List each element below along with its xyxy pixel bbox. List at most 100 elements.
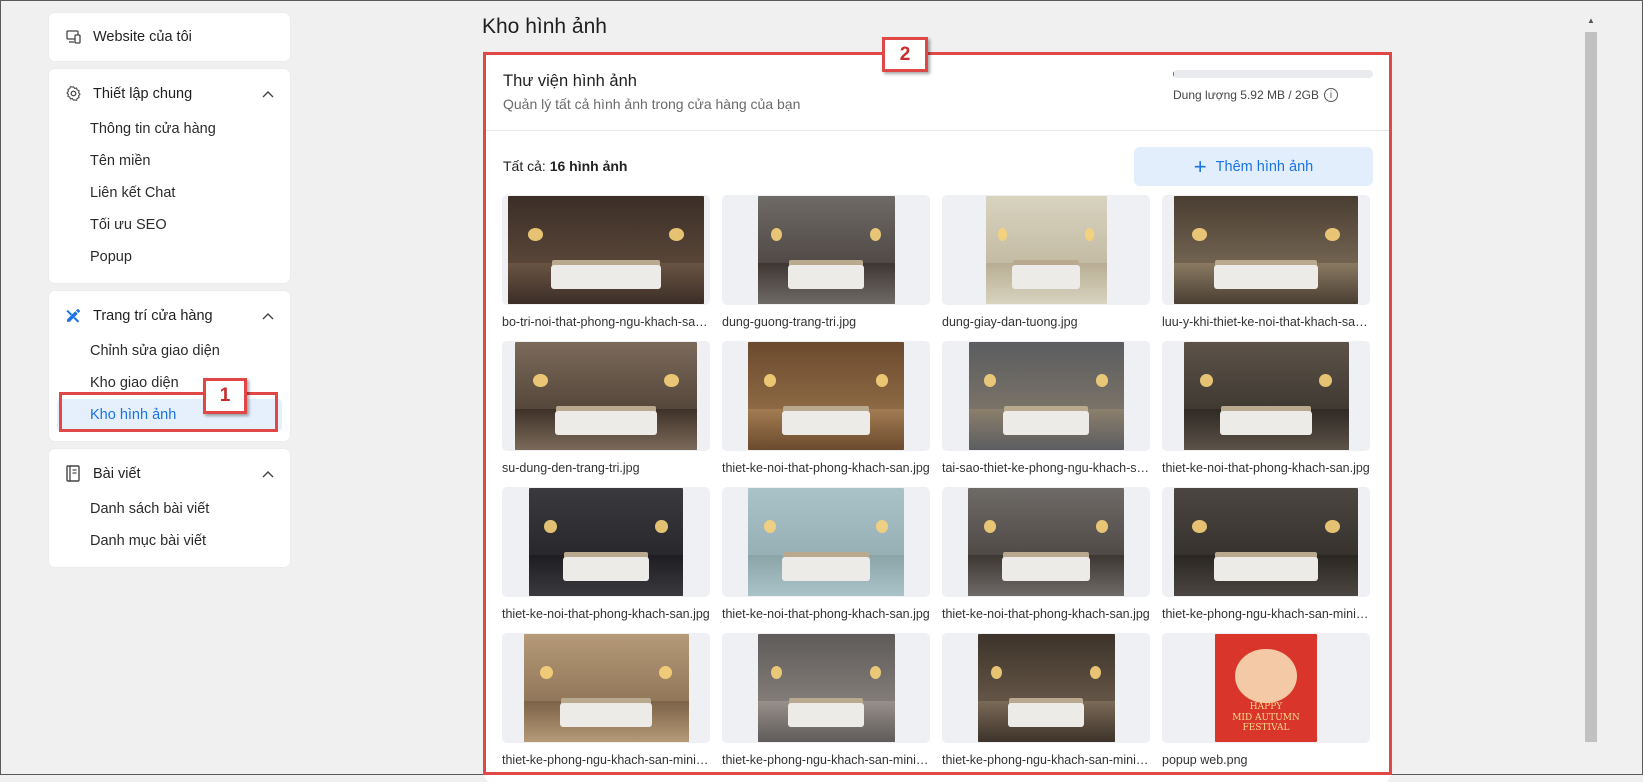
image-thumbnail[interactable] [502,341,710,451]
general-settings-group: Thiết lập chung Thông tin cửa hàng Tên m… [49,69,290,283]
image-tile[interactable]: HAPPY MID AUTUMN FESTIVAL popup web.png [1162,633,1370,779]
bedroom-photo [1174,196,1358,304]
sidebar-item-post-categories[interactable]: Danh mục bài viết [49,525,290,557]
image-thumbnail[interactable] [942,487,1150,597]
photo-lamp [771,666,783,680]
image-tile[interactable]: dung-giay-dan-tuong.jpg [942,195,1150,341]
image-grid: bo-tri-noi-that-phong-ngu-khach-san.jpg d… [502,195,1370,779]
devices-icon [65,28,83,46]
photo-lamp [1324,520,1340,534]
image-tile[interactable]: tai-sao-thiet-ke-phong-ngu-khach-san.jpg [942,341,1150,487]
image-thumbnail[interactable] [942,633,1150,743]
image-thumbnail[interactable] [502,487,710,597]
festival-text-line: HAPPY [1249,702,1283,713]
posts-title: Bài viết [93,466,141,482]
image-filename: dung-giay-dan-tuong.jpg [942,315,1078,329]
bedroom-photo [968,342,1124,450]
plus-icon: + [1193,153,1207,179]
bedroom-photo [748,488,904,596]
image-tile[interactable]: thiet-ke-phong-ngu-khach-san-mini.jpg [942,633,1150,779]
library-toolbar: Tất cả: 16 hình ảnh + Thêm hình ảnh [485,131,1390,197]
bedroom-photo [757,196,895,304]
image-thumbnail[interactable] [942,341,1150,451]
photo-lamp [1200,374,1214,388]
image-thumbnail[interactable] [942,195,1150,305]
storage-bar-fill [1173,70,1174,78]
image-tile[interactable]: thiet-ke-noi-that-phong-khach-san.jpg [502,487,710,633]
info-icon[interactable]: i [1323,88,1338,102]
sidebar-item-popup[interactable]: Popup [49,241,290,273]
image-thumbnail[interactable] [722,487,930,597]
sidebar-item-post-list[interactable]: Danh sách bài viết [49,493,290,525]
image-tile[interactable]: dung-guong-trang-tri.jpg [722,195,930,341]
image-thumbnail[interactable] [1162,341,1370,451]
bedroom-photo [985,196,1107,304]
image-filename: su-dung-den-trang-tri.jpg [502,461,640,475]
scroll-up-arrow[interactable]: ▲ [1587,16,1595,25]
photo-bed [555,411,657,435]
image-tile[interactable]: thiet-ke-phong-ngu-khach-san-mini.jpg [1162,487,1370,633]
image-thumbnail[interactable] [722,633,930,743]
photo-bed [787,265,865,289]
chevron-up-icon[interactable] [262,312,274,320]
general-settings-header[interactable]: Thiết lập chung [49,83,290,105]
image-thumbnail[interactable] [722,341,930,451]
photo-bed [1002,411,1090,435]
image-thumbnail[interactable] [1162,195,1370,305]
library-header: Thư viện hình ảnh Quản lý tất cả hình ản… [485,52,1390,131]
image-filename: thiet-ke-phong-ngu-khach-san-mini.jpg [942,753,1150,767]
my-website-link[interactable]: Website của tôi [49,13,290,61]
page-title: Kho hình ảnh [482,15,607,38]
page-scrollbar[interactable]: ▲ [1585,16,1597,776]
photo-lamp [1318,374,1332,388]
decorate-store-header[interactable]: Trang trí cửa hàng [49,305,290,327]
sidebar-item-theme-store[interactable]: Kho giao diện [49,367,290,399]
image-tile[interactable]: thiet-ke-phong-ngu-khach-san-mini.jpg [502,633,710,779]
image-filename: thiet-ke-noi-that-phong-khach-san.jpg [722,461,930,475]
sidebar-item-edit-theme[interactable]: Chỉnh sửa giao diện [49,335,290,367]
sidebar-item-store-info[interactable]: Thông tin cửa hàng [49,113,290,145]
photo-bed [782,411,870,435]
add-image-button[interactable]: + Thêm hình ảnh [1134,147,1373,186]
image-thumbnail[interactable] [1162,487,1370,597]
image-tile[interactable]: thiet-ke-noi-that-phong-khach-san.jpg [942,487,1150,633]
sidebar-item-seo[interactable]: Tối ưu SEO [49,209,290,241]
chevron-up-icon[interactable] [262,470,274,478]
chevron-up-icon[interactable] [262,90,274,98]
image-filename: luu-y-khi-thiet-ke-noi-that-khach-san.jp… [1162,315,1370,329]
general-settings-title: Thiết lập chung [93,86,193,102]
image-tile[interactable]: thiet-ke-noi-that-phong-khach-san.jpg [722,487,930,633]
storage-bar [1173,70,1373,78]
sidebar-item-chat-link[interactable]: Liên kết Chat [49,177,290,209]
image-filename: popup web.png [1162,753,1248,767]
photo-lamp [763,374,777,388]
image-thumbnail[interactable] [502,195,710,305]
image-filename: thiet-ke-phong-ngu-khach-san-mini.jpg [502,753,710,767]
image-thumbnail[interactable] [502,633,710,743]
photo-bed [1214,557,1318,581]
moon-disc [1235,649,1297,704]
festival-text-line: FESTIVAL [1242,723,1290,734]
sidebar-item-domain[interactable]: Tên miền [49,145,290,177]
image-tile[interactable]: su-dung-den-trang-tri.jpg [502,341,710,487]
image-filename: dung-guong-trang-tri.jpg [722,315,857,329]
photo-bed [559,703,653,727]
image-thumbnail[interactable]: HAPPY MID AUTUMN FESTIVAL [1162,633,1370,743]
book-icon [65,465,83,483]
photo-bed [551,265,661,289]
image-tile[interactable]: luu-y-khi-thiet-ke-noi-that-khach-san.jp… [1162,195,1370,341]
photo-lamp [1095,374,1108,388]
festival-art: HAPPY MID AUTUMN FESTIVAL [1215,634,1317,742]
sidebar-item-image-store[interactable]: Kho hình ảnh [57,399,282,431]
bedroom-photo [523,634,689,742]
image-tile[interactable]: thiet-ke-phong-ngu-khach-san-mini.jpg [722,633,930,779]
image-thumbnail[interactable] [722,195,930,305]
photo-lamp [1095,520,1109,534]
image-tile[interactable]: bo-tri-noi-that-phong-ngu-khach-san.jpg [502,195,710,341]
image-tile[interactable]: thiet-ke-noi-that-phong-khach-san.jpg [722,341,930,487]
posts-header[interactable]: Bài viết [49,463,290,485]
photo-bed [1012,265,1080,289]
scroll-thumb[interactable] [1585,32,1597,742]
image-filename: thiet-ke-phong-ngu-khach-san-mini.jpg [1162,607,1370,621]
image-tile[interactable]: thiet-ke-noi-that-phong-khach-san.jpg [1162,341,1370,487]
